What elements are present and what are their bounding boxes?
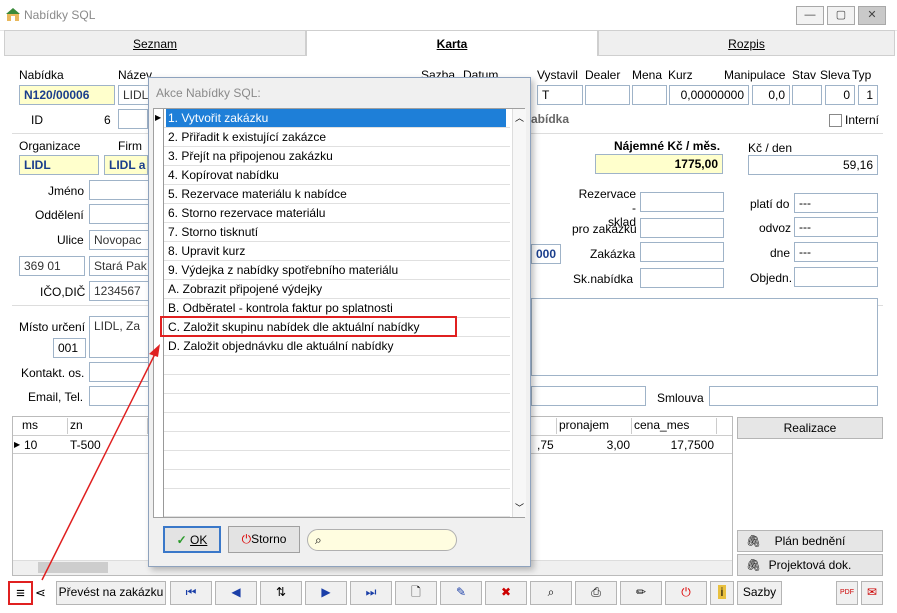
annotation-arrow (41, 344, 160, 581)
